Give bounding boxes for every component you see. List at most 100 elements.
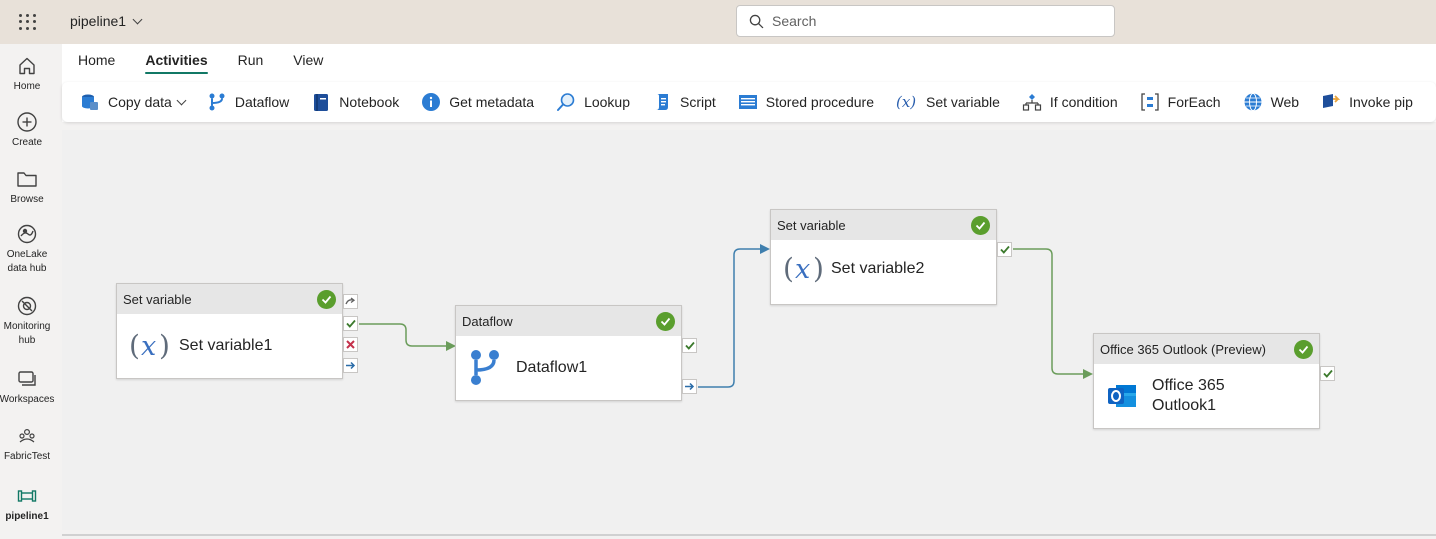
pipeline-icon bbox=[16, 484, 38, 508]
svg-text:): ) bbox=[813, 252, 824, 285]
node-header: Dataflow bbox=[456, 306, 681, 336]
variable-icon: (x) bbox=[129, 329, 170, 362]
if-condition-button[interactable]: If condition bbox=[1022, 92, 1118, 112]
tool-label: Invoke pip bbox=[1349, 94, 1413, 110]
tab-view[interactable]: View bbox=[293, 52, 339, 74]
check-icon bbox=[999, 245, 1010, 254]
foreach-button[interactable]: ForEach bbox=[1140, 92, 1221, 112]
ribbon: Home Activities Run View Copy data Dataf… bbox=[62, 44, 1436, 122]
port-success[interactable] bbox=[1320, 366, 1335, 381]
workspaces-icon bbox=[16, 367, 38, 391]
tool-label: Script bbox=[680, 94, 716, 110]
left-nav: Home Create Browse OneLake data hub Moni… bbox=[0, 44, 54, 539]
port-completion[interactable] bbox=[682, 379, 697, 394]
nav-label: Create bbox=[11, 137, 42, 148]
port-success[interactable] bbox=[682, 338, 697, 353]
nav-browse[interactable]: Browse bbox=[0, 167, 54, 207]
arrow-right-icon bbox=[346, 361, 356, 370]
port-completion[interactable] bbox=[343, 358, 358, 373]
search-box[interactable] bbox=[736, 5, 1115, 37]
node-body: (x) Set variable2 bbox=[771, 240, 996, 298]
home-icon bbox=[16, 54, 38, 78]
get-metadata-button[interactable]: Get metadata bbox=[421, 92, 534, 112]
nav-label: FabricTest bbox=[3, 451, 51, 462]
node-name-line2: Outlook1 bbox=[1152, 397, 1217, 414]
monitoring-icon bbox=[16, 294, 38, 318]
nav-fabrictest[interactable]: FabricTest bbox=[0, 424, 54, 464]
node-header: Set variable bbox=[771, 210, 996, 240]
node-type: Office 365 Outlook (Preview) bbox=[1100, 341, 1266, 357]
arrow-right-icon bbox=[685, 382, 695, 391]
notebook-icon bbox=[314, 94, 329, 111]
notebook-button[interactable]: Notebook bbox=[311, 92, 399, 112]
pipeline-name: pipeline1 bbox=[70, 13, 127, 29]
tool-label: Web bbox=[1270, 94, 1300, 110]
outlook-icon bbox=[1108, 385, 1136, 407]
node-type: Set variable bbox=[777, 217, 846, 233]
svg-text:(x): (x) bbox=[896, 93, 916, 111]
app-launcher-icon[interactable] bbox=[17, 12, 37, 32]
variable-icon: (x) bbox=[783, 252, 824, 285]
web-icon bbox=[1244, 93, 1262, 111]
invoke-pipeline-button[interactable]: Invoke pip bbox=[1321, 92, 1413, 112]
info-icon bbox=[422, 93, 441, 111]
folder-icon bbox=[16, 167, 38, 191]
tool-label: If condition bbox=[1049, 94, 1118, 110]
top-bar: pipeline1 bbox=[0, 0, 1436, 44]
nav-workspaces[interactable]: Workspaces bbox=[0, 367, 54, 407]
nav-label: pipeline1 bbox=[5, 511, 49, 522]
port-failure[interactable] bbox=[343, 337, 358, 352]
tool-label: Notebook bbox=[339, 94, 400, 110]
workspace-people-icon bbox=[16, 424, 38, 448]
set-variable-button[interactable]: (x) Set variable bbox=[896, 92, 1000, 112]
script-button[interactable]: Script bbox=[652, 92, 716, 112]
nav-label: Browse bbox=[10, 194, 44, 205]
web-button[interactable]: Web bbox=[1243, 92, 1300, 112]
tool-label: ForEach bbox=[1167, 94, 1221, 110]
port-success[interactable] bbox=[997, 242, 1012, 257]
stored-procedure-button[interactable]: Stored procedure bbox=[738, 92, 874, 112]
activity-node-set-variable1[interactable]: Set variable (x) Set variable1 bbox=[116, 283, 343, 379]
success-check-icon bbox=[656, 311, 675, 331]
onelake-icon bbox=[16, 222, 38, 246]
dataflow-button[interactable]: Dataflow bbox=[207, 92, 289, 112]
svg-text:x: x bbox=[141, 331, 156, 362]
if-condition-icon bbox=[1022, 94, 1042, 111]
lookup-icon bbox=[557, 93, 575, 111]
tab-activities[interactable]: Activities bbox=[145, 52, 223, 74]
node-body: Office 365 Outlook1 bbox=[1094, 364, 1319, 428]
nav-pipeline1[interactable]: pipeline1 bbox=[0, 484, 54, 524]
activity-node-dataflow1[interactable]: Dataflow Dataflow1 bbox=[455, 305, 682, 401]
create-icon bbox=[16, 110, 38, 134]
nav-home[interactable]: Home bbox=[0, 54, 54, 94]
activity-node-set-variable2[interactable]: Set variable (x) Set variable2 bbox=[770, 209, 997, 305]
dataflow-icon bbox=[471, 350, 499, 385]
svg-text:(: ( bbox=[129, 329, 140, 362]
search-icon bbox=[749, 14, 764, 28]
foreach-icon bbox=[1140, 93, 1159, 111]
ribbon-tabs: Home Activities Run View bbox=[78, 52, 353, 74]
copy-data-button[interactable]: Copy data bbox=[80, 92, 187, 112]
search-input[interactable] bbox=[772, 13, 1092, 29]
skip-arrow-icon bbox=[345, 297, 356, 305]
nav-onelake[interactable]: OneLake data hub bbox=[0, 222, 54, 276]
chevron-down-icon bbox=[132, 14, 143, 24]
tab-run[interactable]: Run bbox=[238, 52, 280, 74]
node-body: (x) Set variable1 bbox=[117, 314, 342, 378]
script-icon bbox=[656, 94, 668, 110]
port-skip[interactable] bbox=[343, 294, 358, 309]
node-name-line1: Office 365 bbox=[1152, 377, 1225, 394]
nav-label: Monitoring hub bbox=[3, 321, 51, 346]
tool-label: Lookup bbox=[584, 94, 630, 110]
nav-create[interactable]: Create bbox=[0, 110, 54, 150]
node-name-block: Office 365 Outlook1 bbox=[1152, 376, 1225, 416]
tab-home[interactable]: Home bbox=[78, 52, 131, 74]
activity-node-office365-outlook1[interactable]: Office 365 Outlook (Preview) Office 365 … bbox=[1093, 333, 1320, 429]
node-name: Set variable2 bbox=[831, 260, 925, 277]
node-name: Dataflow1 bbox=[516, 359, 588, 376]
port-success[interactable] bbox=[343, 316, 358, 331]
nav-monitoring[interactable]: Monitoring hub bbox=[0, 294, 54, 348]
activities-toolbar: Copy data Dataflow Notebook Get metadata… bbox=[62, 82, 1436, 122]
pipeline-name-dropdown[interactable]: pipeline1 bbox=[70, 13, 143, 29]
lookup-button[interactable]: Lookup bbox=[556, 92, 630, 112]
